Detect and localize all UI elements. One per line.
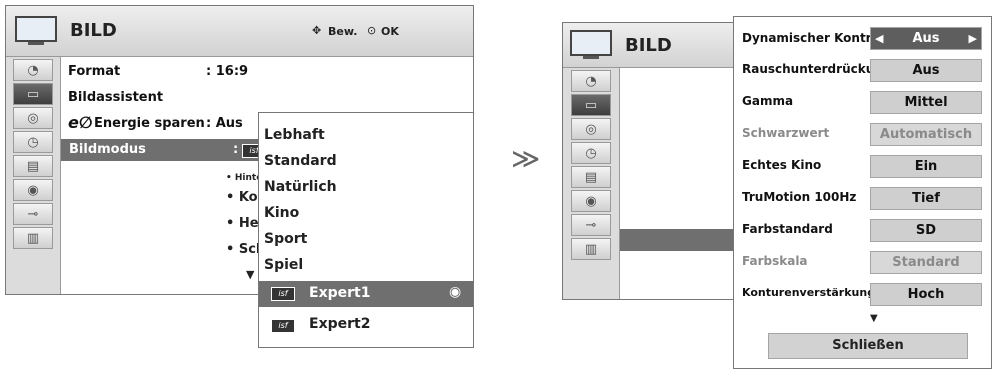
picture-icon[interactable]: ▭ — [13, 83, 53, 105]
mode-option-expert2[interactable]: Expert2 — [309, 316, 370, 332]
clock-icon[interactable]: ◷ — [13, 131, 53, 153]
nav-arrows-icon: ✥ — [312, 24, 322, 37]
format-value: : 16:9 — [206, 64, 249, 79]
setting-label-noise-reduction: Rauschunterdrückung — [742, 62, 892, 76]
nav-hint: Bew. — [328, 25, 358, 38]
setting-value-trumotion[interactable]: Tief — [870, 187, 982, 210]
setting-label-gamma: Gamma — [742, 94, 794, 108]
mode-option-expert1[interactable]: isf Expert1 ◉ — [259, 281, 473, 307]
mode-option-sport[interactable]: Sport — [264, 231, 307, 247]
setting-label-real-cinema: Echtes Kino — [742, 158, 822, 172]
setting-label-color-standard: Farbstandard — [742, 222, 833, 236]
selected-row-bar — [620, 229, 733, 251]
input-icon[interactable]: ⊸ — [571, 214, 611, 236]
setting-value-gamma[interactable]: Mittel — [870, 91, 982, 114]
options-icon[interactable]: ▤ — [13, 155, 53, 177]
energy-value: : Aus — [206, 116, 243, 131]
setting-label-trumotion: TruMotion 100Hz — [742, 190, 857, 204]
setting-label-black-level: Schwarzwert — [742, 126, 830, 140]
bildassistent-row[interactable]: Bildassistent — [68, 90, 163, 105]
setting-value-black-level: Automatisch — [870, 123, 982, 146]
satellite-icon[interactable]: ◔ — [571, 70, 611, 92]
setting-value-edge-enhancer[interactable]: Hoch — [870, 283, 982, 306]
energy-label[interactable]: Energie sparen — [94, 116, 205, 131]
isf-icon: isf — [271, 287, 295, 301]
picture-mode-popup: Lebhaft Standard Natürlich Kino Sport Sp… — [258, 112, 474, 348]
mode-option-cinema[interactable]: Kino — [264, 205, 299, 221]
scroll-down-icon[interactable]: ▼ — [246, 268, 254, 281]
scroll-down-icon[interactable]: ▼ — [870, 313, 878, 324]
setting-value-noise-reduction[interactable]: Aus — [870, 59, 982, 82]
audio-icon[interactable]: ◎ — [13, 107, 53, 129]
menu-header-small: BILD — [563, 23, 733, 68]
menu-title-small: BILD — [625, 35, 672, 56]
transition-arrow-icon: ≫ — [511, 142, 541, 175]
picture-mode-value: : — [233, 142, 239, 157]
options-icon[interactable]: ▤ — [571, 166, 611, 188]
mode-option-standard[interactable]: Standard — [264, 153, 337, 169]
category-icons: ◔ ▭ ◎ ◷ ▤ ◉ ⊸ ▥ — [6, 57, 61, 294]
setting-label-edge-enhancer: Konturenverstärkung — [742, 286, 876, 299]
left-arrow-icon[interactable]: ◀ — [875, 28, 883, 50]
eco-icon: e∅ — [68, 113, 93, 132]
satellite-icon[interactable]: ◔ — [13, 59, 53, 81]
tv-icon — [569, 30, 613, 64]
audio-icon[interactable]: ◎ — [571, 118, 611, 140]
mode-option-natural[interactable]: Natürlich — [264, 179, 337, 195]
expert-settings-panel: Dynamischer Kontrast ◀ Aus ▶ Rauschunter… — [733, 16, 992, 369]
picture-mode-label: Bildmodus — [69, 142, 146, 157]
setting-value-color-standard[interactable]: SD — [870, 219, 982, 242]
category-icons-small: ◔ ▭ ◎ ◷ ▤ ◉ ⊸ ▥ — [563, 68, 620, 299]
usb-icon[interactable]: ▥ — [13, 227, 53, 249]
isf-icon: isf — [271, 319, 295, 333]
lock-icon[interactable]: ◉ — [13, 179, 53, 201]
picture-mode-row[interactable]: Bildmodus : isf — [61, 139, 266, 161]
usb-icon[interactable]: ▥ — [571, 238, 611, 260]
picture-menu-panel-small: BILD ◔ ▭ ◎ ◷ ▤ ◉ ⊸ ▥ — [562, 22, 734, 300]
setting-value-real-cinema[interactable]: Ein — [870, 155, 982, 178]
setting-label-color-gamut: Farbskala — [742, 254, 808, 268]
mode-option-vivid[interactable]: Lebhaft — [264, 127, 325, 143]
menu-title: BILD — [70, 20, 117, 41]
setting-value-dynamic-contrast[interactable]: ◀ Aus ▶ — [870, 27, 982, 50]
lock-icon[interactable]: ◉ — [571, 190, 611, 212]
ok-icon: ⊙ — [367, 24, 377, 37]
tv-icon — [14, 16, 58, 46]
input-icon[interactable]: ⊸ — [13, 203, 53, 225]
ok-hint: OK — [381, 25, 399, 38]
dynamic-contrast-value: Aus — [912, 31, 940, 46]
close-button[interactable]: Schließen — [768, 333, 968, 359]
picture-icon[interactable]: ▭ — [571, 94, 611, 116]
expert1-label: Expert1 — [309, 285, 371, 301]
menu-header: BILD ✥ Bew. ⊙ OK — [6, 6, 473, 57]
selected-radio-icon: ◉ — [449, 284, 462, 300]
mode-option-game[interactable]: Spiel — [264, 257, 303, 273]
clock-icon[interactable]: ◷ — [571, 142, 611, 164]
right-arrow-icon[interactable]: ▶ — [969, 28, 977, 50]
setting-value-color-gamut: Standard — [870, 251, 982, 274]
format-label: Format — [68, 64, 121, 79]
